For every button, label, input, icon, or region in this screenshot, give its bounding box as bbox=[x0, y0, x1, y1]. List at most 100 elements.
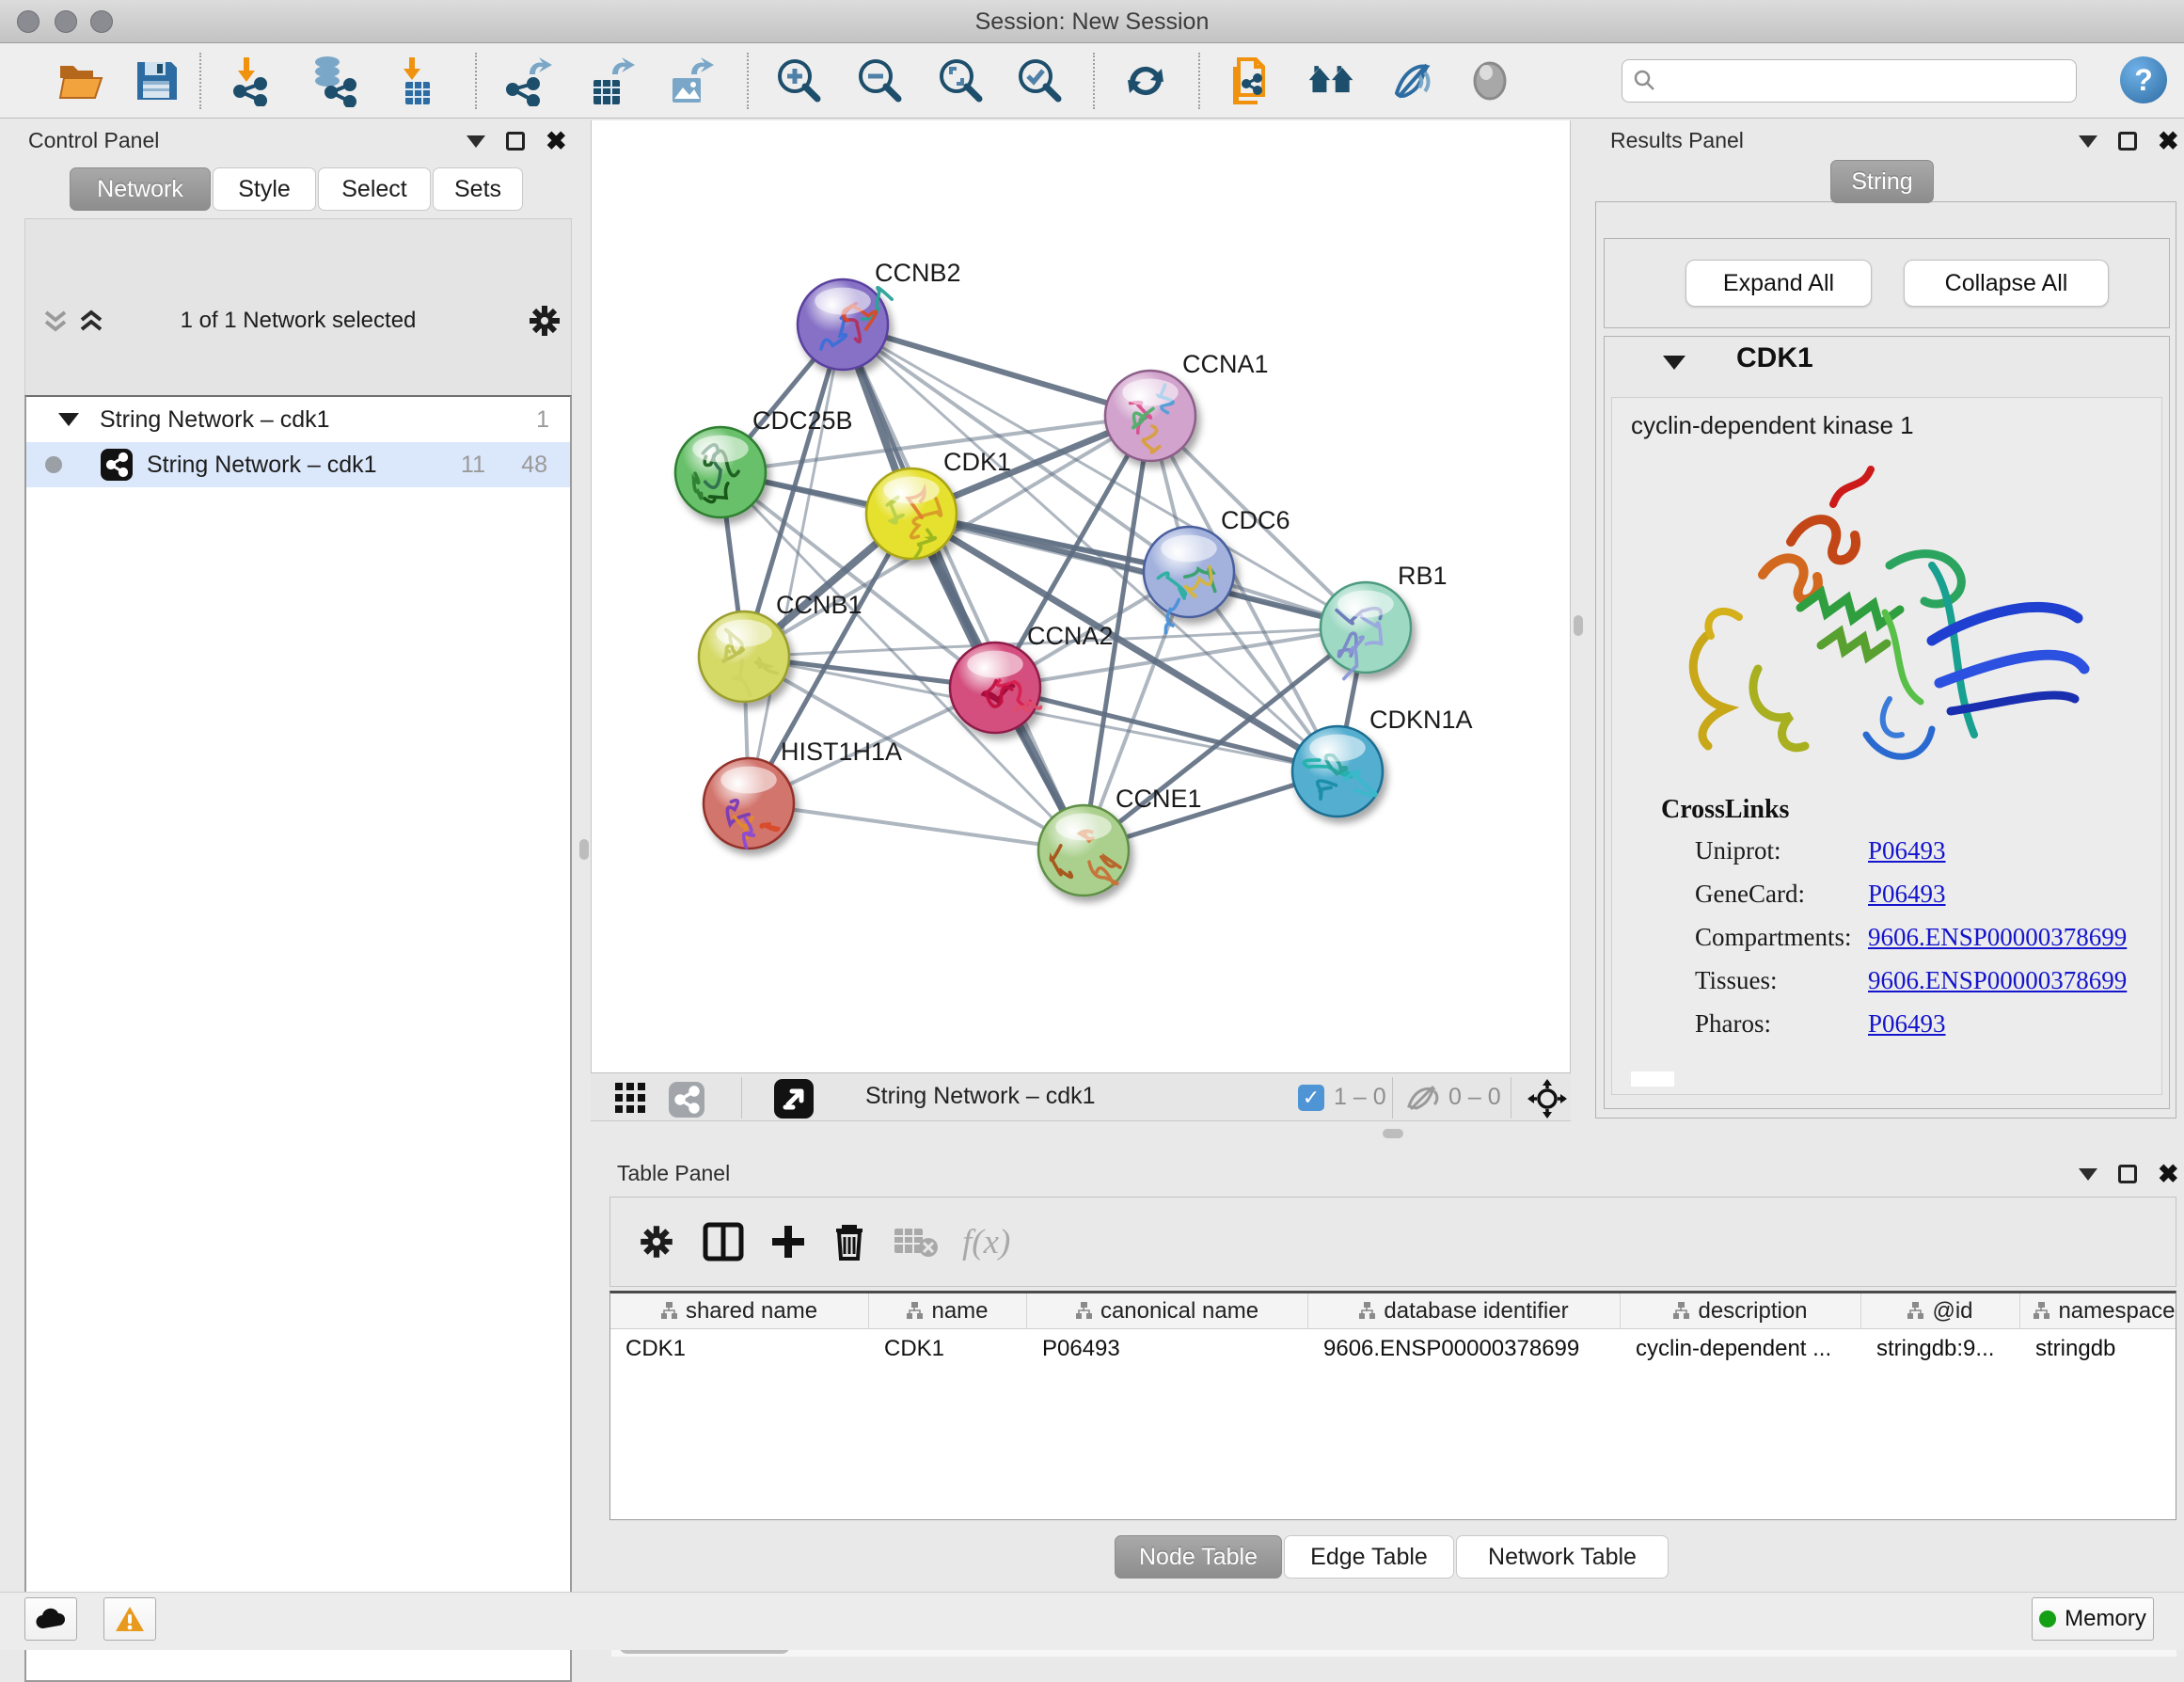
network-graph[interactable]: CCNB2CCNA1CDC25BCDK1CDC6RB1CCNB1CCNA2CDK… bbox=[592, 120, 1572, 1072]
warning-button[interactable] bbox=[103, 1597, 156, 1641]
column-header-description[interactable]: description bbox=[1621, 1293, 1861, 1328]
crosslink-link[interactable]: P06493 bbox=[1868, 836, 1946, 865]
column-header-database-identifier[interactable]: database identifier bbox=[1308, 1293, 1621, 1328]
zoom-out-icon[interactable] bbox=[854, 55, 907, 107]
node-HIST1H1A[interactable] bbox=[704, 758, 794, 849]
table-cell[interactable]: P06493 bbox=[1027, 1329, 1308, 1369]
hidden-elements-icon[interactable] bbox=[1403, 1084, 1441, 1112]
close-panel-icon[interactable]: ✖ bbox=[546, 132, 567, 151]
node-CCNA1[interactable] bbox=[1105, 371, 1195, 461]
table-cell[interactable]: CDK1 bbox=[610, 1329, 869, 1369]
grid-view-icon[interactable] bbox=[615, 1083, 647, 1115]
table-cell[interactable]: cyclin-dependent ... bbox=[1621, 1329, 1861, 1369]
close-panel-icon[interactable]: ✖ bbox=[2158, 132, 2179, 151]
import-network-file-icon[interactable] bbox=[226, 55, 278, 107]
show-columns-icon[interactable] bbox=[703, 1222, 744, 1262]
column-header--id[interactable]: @id bbox=[1861, 1293, 2020, 1328]
import-table-file-icon[interactable] bbox=[391, 55, 444, 107]
network-collection-row[interactable]: String Network – cdk1 1 bbox=[26, 397, 570, 442]
import-network-database-icon[interactable] bbox=[307, 55, 359, 107]
collapse-panel-icon[interactable] bbox=[2079, 1168, 2097, 1181]
memory-button[interactable]: Memory bbox=[2032, 1597, 2154, 1641]
search-icon bbox=[1632, 68, 1658, 94]
table-cell[interactable]: stringdb bbox=[2020, 1329, 2184, 1369]
column-header-name[interactable]: name bbox=[869, 1293, 1027, 1328]
float-panel-icon[interactable] bbox=[506, 132, 525, 151]
node-CDK1[interactable] bbox=[866, 468, 957, 559]
open-session-icon[interactable] bbox=[55, 55, 107, 107]
table-cell[interactable]: stringdb:9... bbox=[1861, 1329, 2020, 1369]
string-home-icon[interactable] bbox=[1306, 55, 1358, 107]
node-CCNA2[interactable] bbox=[950, 643, 1041, 733]
collection-expander-icon[interactable] bbox=[58, 413, 79, 426]
refresh-icon[interactable] bbox=[1119, 55, 1172, 107]
float-panel-icon[interactable] bbox=[2118, 132, 2137, 151]
tab-string[interactable]: String bbox=[1830, 160, 1934, 203]
glass-ball-effect-icon[interactable] bbox=[1464, 55, 1516, 107]
selected-checkbox-icon[interactable]: ✓ bbox=[1298, 1085, 1324, 1111]
node-CDC25B[interactable] bbox=[675, 427, 766, 517]
left-splitter-handle[interactable] bbox=[579, 839, 589, 860]
table-cell[interactable]: CDK1 bbox=[869, 1329, 1027, 1369]
crosslink-link[interactable]: P06493 bbox=[1868, 1009, 1946, 1039]
network-canvas[interactable]: CCNB2CCNA1CDC25BCDK1CDC6RB1CCNB1CCNA2CDK… bbox=[591, 120, 1571, 1072]
tab-style[interactable]: Style bbox=[213, 167, 316, 211]
zoom-in-icon[interactable] bbox=[773, 55, 826, 107]
crosslink-link[interactable]: 9606.ENSP00000378699 bbox=[1868, 966, 2127, 995]
help-button[interactable]: ? bbox=[2120, 56, 2167, 103]
edge-CCNB2-HIST1H1A[interactable] bbox=[749, 325, 843, 803]
collapse-all-button[interactable]: Collapse All bbox=[1904, 260, 2109, 307]
cloud-button[interactable] bbox=[24, 1597, 77, 1641]
table-cell[interactable]: 9606.ENSP00000378699 bbox=[1308, 1329, 1621, 1369]
search-input[interactable] bbox=[1622, 59, 2077, 103]
save-session-icon[interactable] bbox=[130, 55, 182, 107]
edge-HIST1H1A-CCNE1[interactable] bbox=[749, 803, 1084, 850]
delete-table-icon[interactable] bbox=[893, 1225, 938, 1259]
add-column-icon[interactable] bbox=[768, 1222, 808, 1262]
bottom-splitter-handle[interactable] bbox=[1383, 1129, 1403, 1138]
network-row-selected[interactable]: String Network – cdk1 11 48 bbox=[26, 442, 570, 487]
edge-CCNB2-CCNE1[interactable] bbox=[843, 325, 1084, 850]
export-table-icon[interactable] bbox=[585, 55, 638, 107]
section-expander-icon[interactable] bbox=[1663, 356, 1685, 370]
right-splitter-handle[interactable] bbox=[1574, 615, 1583, 636]
column-header-canonical-name[interactable]: canonical name bbox=[1027, 1293, 1308, 1328]
close-panel-icon[interactable]: ✖ bbox=[2158, 1165, 2179, 1183]
edge-CCNB2-CCNA1[interactable] bbox=[843, 325, 1150, 416]
expand-all-button[interactable]: Expand All bbox=[1685, 260, 1872, 307]
collapse-panel-icon[interactable] bbox=[467, 135, 485, 148]
tab-sets[interactable]: Sets bbox=[433, 167, 523, 211]
function-builder-icon[interactable]: f(x) bbox=[962, 1222, 1010, 1262]
float-panel-icon[interactable] bbox=[2118, 1165, 2137, 1183]
node-CCNB1[interactable] bbox=[699, 611, 789, 702]
crosslink-link[interactable]: 9606.ENSP00000378699 bbox=[1868, 923, 2127, 952]
gear-icon[interactable] bbox=[526, 302, 563, 340]
tab-node-table[interactable]: Node Table bbox=[1115, 1535, 1282, 1579]
delete-column-icon[interactable] bbox=[831, 1221, 868, 1262]
table-settings-gear-icon[interactable] bbox=[637, 1222, 676, 1262]
hide-glass-effect-icon[interactable] bbox=[1386, 55, 1439, 107]
tab-network-table[interactable]: Network Table bbox=[1456, 1535, 1669, 1579]
column-type-icon bbox=[1359, 1302, 1375, 1320]
table-row[interactable]: CDK1CDK1P064939606.ENSP00000378699cyclin… bbox=[610, 1329, 2176, 1369]
zoom-selected-icon[interactable] bbox=[1014, 55, 1067, 107]
crosslink-link[interactable]: P06493 bbox=[1868, 880, 1946, 909]
export-network-icon[interactable] bbox=[500, 55, 553, 107]
column-header-shared-name[interactable]: shared name bbox=[610, 1293, 869, 1328]
collapse-panel-icon[interactable] bbox=[2079, 135, 2097, 148]
node-RB1[interactable] bbox=[1321, 582, 1411, 679]
tab-edge-table[interactable]: Edge Table bbox=[1284, 1535, 1454, 1579]
fit-content-crosshair-icon[interactable] bbox=[1527, 1079, 1567, 1119]
tab-network[interactable]: Network bbox=[70, 167, 211, 211]
zoom-fit-icon[interactable] bbox=[935, 55, 988, 107]
scrollbar-notch[interactable] bbox=[1631, 1071, 1674, 1087]
birdseye-toggle-icon[interactable] bbox=[773, 1078, 815, 1119]
node-CDKN1A[interactable] bbox=[1292, 726, 1383, 817]
export-image-icon[interactable] bbox=[664, 55, 717, 107]
node-CCNE1[interactable] bbox=[1038, 805, 1129, 896]
network-share-icon[interactable] bbox=[668, 1081, 705, 1119]
column-header-namespace[interactable]: namespace bbox=[2020, 1293, 2184, 1328]
tab-select[interactable]: Select bbox=[318, 167, 431, 211]
crosslink-label: Tissues: bbox=[1695, 966, 1778, 995]
stringify-network-icon[interactable] bbox=[1225, 55, 1277, 107]
